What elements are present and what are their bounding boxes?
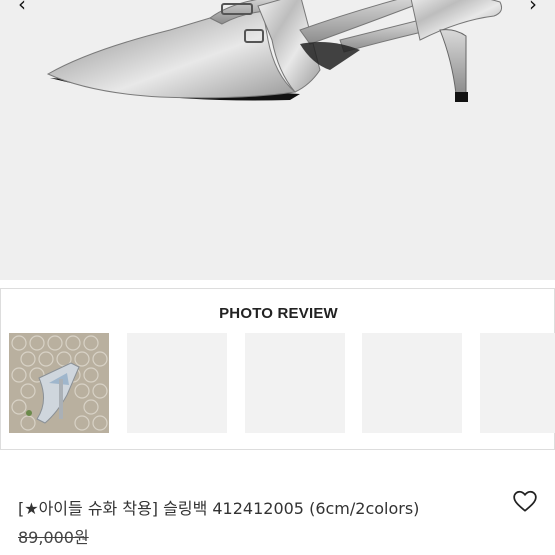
original-price: 89,000원 <box>18 528 89 547</box>
heart-outline-icon[interactable] <box>512 488 538 514</box>
product-hero-image[interactable]: ‹ › <box>0 0 555 280</box>
chevron-left-icon[interactable]: ‹ <box>10 0 34 16</box>
review-photo-image <box>9 333 109 433</box>
section-divider <box>0 280 555 288</box>
review-photo-5[interactable] <box>480 333 555 433</box>
photo-review-title: PHOTO REVIEW <box>219 305 338 322</box>
review-photo-4[interactable] <box>362 333 462 433</box>
review-photo-2[interactable] <box>127 333 227 433</box>
product-name: [★아이들 슈화 착용] 슬링백 412412005 (6cm/2colors) <box>18 499 420 518</box>
chevron-right-icon[interactable]: › <box>521 0 545 16</box>
photo-review-section: PHOTO REVIEW <box>0 288 555 450</box>
review-photo-1[interactable] <box>9 333 109 433</box>
shoe-image <box>46 0 502 102</box>
product-info: [★아이들 슈화 착용] 슬링백 412412005 (6cm/2colors)… <box>0 450 555 555</box>
review-photo-3[interactable] <box>245 333 345 433</box>
